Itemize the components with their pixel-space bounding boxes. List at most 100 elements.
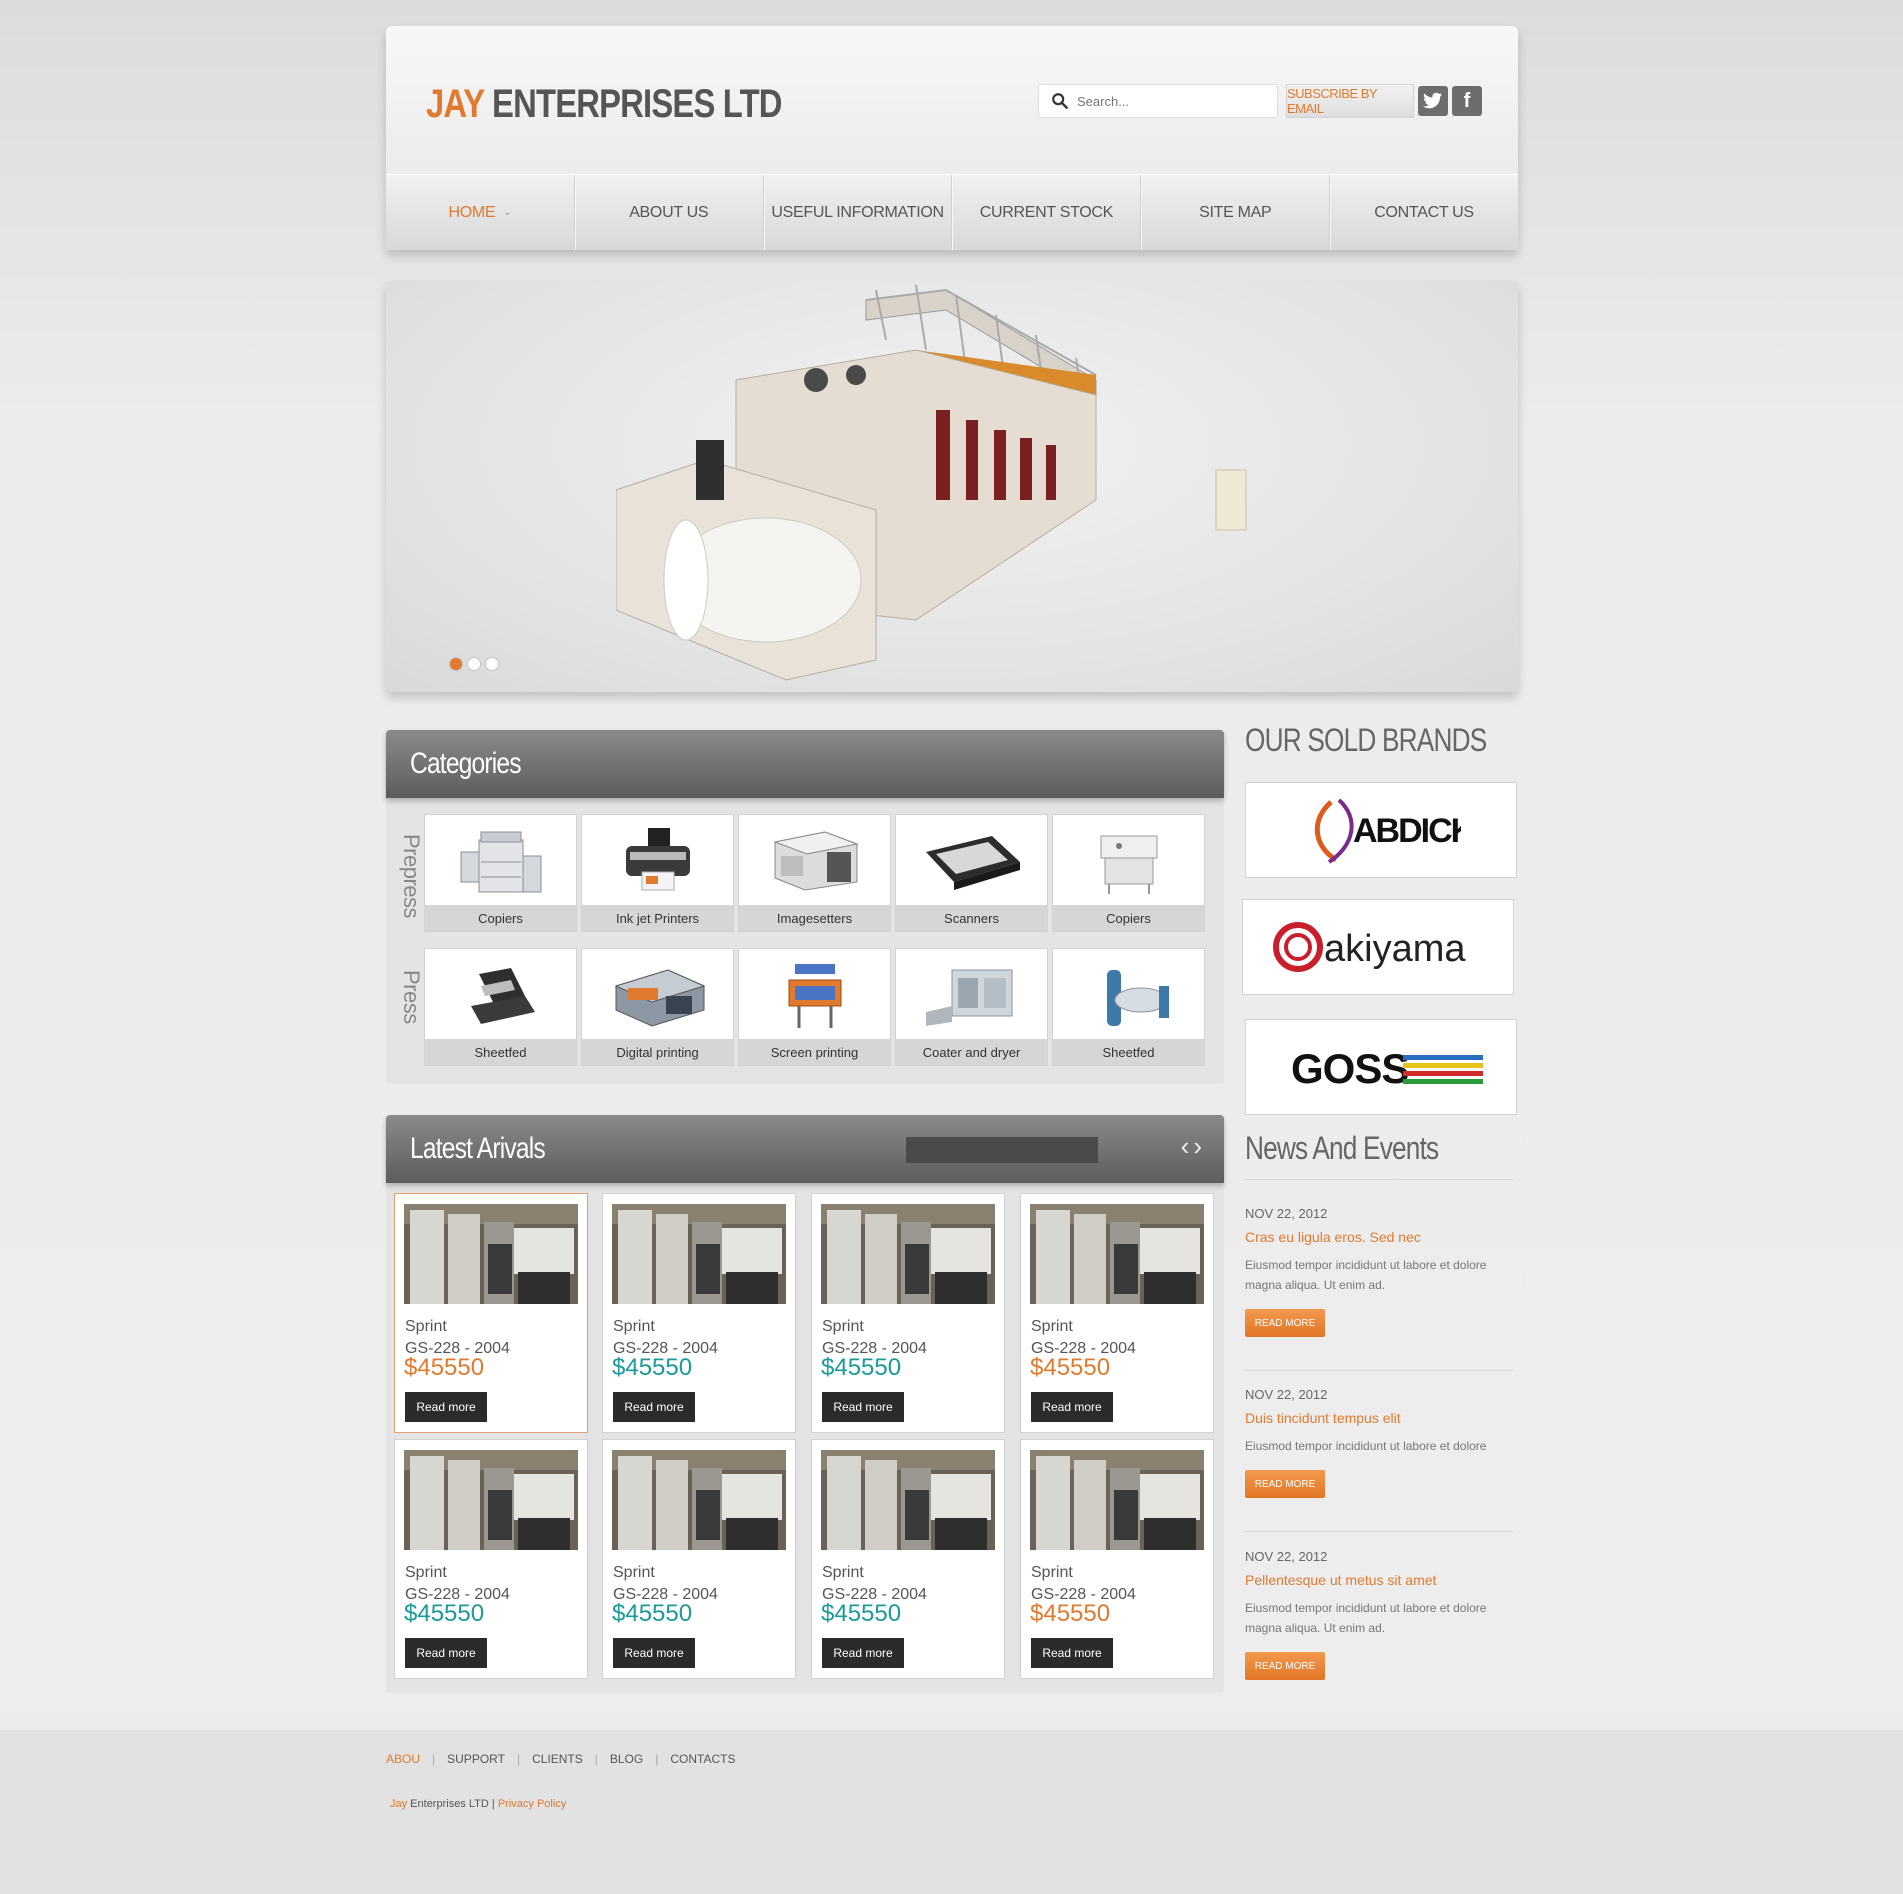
product-price: $45550 (1030, 1600, 1111, 1627)
arrow-right-icon[interactable]: › (1193, 1131, 1206, 1161)
news-item: NOV 22, 2012 Duis tincidunt tempus elit … (1245, 1387, 1517, 1498)
digital-printer-icon (582, 949, 733, 1039)
category-imagesetters[interactable]: Imagesetters (738, 814, 891, 932)
latest-arrivals-title: Latest Arivals (410, 1132, 546, 1165)
category-sheetfed[interactable]: Sheetfed (424, 948, 577, 1066)
separator: | (594, 1752, 598, 1766)
read-more-button[interactable]: READ MORE (1245, 1309, 1325, 1337)
news-date: NOV 22, 2012 (1245, 1206, 1328, 1221)
brand-goss[interactable]: GOSS (1245, 1019, 1517, 1115)
nav-about-us[interactable]: ABOUT US (575, 175, 764, 250)
read-more-button[interactable]: Read more (822, 1392, 904, 1422)
product-card[interactable]: Sprint GS-228 - 2004 $45550 Read more (1020, 1193, 1214, 1433)
category-copiers[interactable]: Copiers (424, 814, 577, 932)
nav-useful-information[interactable]: USEFUL INFORMATION (764, 175, 953, 250)
footer-link-support[interactable]: SUPPORT (447, 1752, 505, 1766)
product-title: Sprint (822, 1564, 864, 1581)
separator: | (432, 1752, 436, 1766)
facebook-glyph: f (1463, 89, 1471, 112)
product-image (1030, 1450, 1204, 1550)
site-logo[interactable]: JAY ENTERPRISES LTD (426, 82, 782, 127)
nav-current-stock[interactable]: CURRENT STOCK (952, 175, 1142, 250)
brand-akiyama[interactable]: akiyama (1242, 899, 1514, 995)
logo-part2: ENTERPRISES LTD (492, 82, 782, 126)
product-card[interactable]: Sprint GS-228 - 2004 $45550 Read more (602, 1193, 796, 1433)
footer-link-about[interactable]: ABOU (386, 1752, 420, 1766)
product-card[interactable]: Sprint GS-228 - 2004 $45550 Read more (394, 1193, 588, 1433)
copyright-jay: Jay (390, 1798, 408, 1810)
slider-dot-3[interactable] (486, 658, 498, 670)
category-copiers-2[interactable]: Copiers (1052, 814, 1205, 932)
category-screen-printing[interactable]: Screen printing (738, 948, 891, 1066)
arrow-left-icon[interactable]: ‹ (1181, 1131, 1194, 1161)
footer-link-contacts[interactable]: CONTACTS (670, 1752, 735, 1766)
product-title: Sprint (405, 1318, 447, 1335)
product-card[interactable]: Sprint GS-228 - 2004 $45550 Read more (811, 1439, 1005, 1679)
product-card[interactable]: Sprint GS-228 - 2004 $45550 Read more (394, 1439, 588, 1679)
prepress-row: Copiers Ink jet Printers Imagesetters Sc… (424, 814, 1205, 932)
read-more-button[interactable]: Read more (405, 1638, 487, 1668)
nav-contact-us[interactable]: CONTACT US (1330, 175, 1518, 250)
categories-header: Categories (386, 730, 1224, 798)
news-title-link[interactable]: Duis tincidunt tempus elit (1245, 1410, 1517, 1426)
category-coater-dryer[interactable]: Coater and dryer (895, 948, 1048, 1066)
imagesetter-icon (739, 815, 890, 905)
product-image (404, 1450, 578, 1550)
nav-useful-label: USEFUL INFORMATION (771, 203, 944, 221)
read-more-button[interactable]: Read more (613, 1392, 695, 1422)
category-scanners[interactable]: Scanners (895, 814, 1048, 932)
product-image (612, 1204, 786, 1304)
category-label: Imagesetters (739, 905, 890, 931)
read-more-button[interactable]: Read more (405, 1392, 487, 1422)
read-more-button[interactable]: Read more (1031, 1392, 1113, 1422)
copyright-company: Enterprises LTD (407, 1798, 489, 1810)
privacy-policy-link[interactable]: Privacy Policy (498, 1798, 566, 1810)
search-icon[interactable] (1051, 92, 1069, 110)
product-title: Sprint (1031, 1564, 1073, 1581)
site-header: JAY ENTERPRISES LTD SUBSCRIBE BY EMAIL f… (386, 26, 1518, 250)
product-card[interactable]: Sprint GS-228 - 2004 $45550 Read more (602, 1439, 796, 1679)
twitter-icon[interactable] (1418, 86, 1448, 116)
product-title: Sprint (405, 1564, 447, 1581)
category-label: Ink jet Printers (582, 905, 733, 931)
latest-arrivals-panel: Latest Arivals ‹› Sprint GS-228 - 2004 $45… (386, 1115, 1224, 1693)
prepress-label: Prepress (399, 834, 424, 919)
read-more-button[interactable]: Read more (822, 1638, 904, 1668)
printing-press-image (616, 284, 1247, 681)
nav-site-map[interactable]: SITE MAP (1141, 175, 1331, 250)
product-card[interactable]: Sprint GS-228 - 2004 $45550 Read more (811, 1193, 1005, 1433)
search-input[interactable] (1077, 93, 1267, 109)
category-label: Copiers (425, 905, 576, 931)
brand-abdick[interactable]: ABDICK (1245, 782, 1517, 878)
footer-link-clients[interactable]: CLIENTS (532, 1752, 583, 1766)
product-price: $45550 (821, 1600, 902, 1627)
hero-slider[interactable] (386, 280, 1518, 692)
read-more-button[interactable]: Read more (1031, 1638, 1113, 1668)
category-inkjet-printers[interactable]: Ink jet Printers (581, 814, 734, 932)
category-label: Coater and dryer (896, 1039, 1047, 1065)
category-digital-printing[interactable]: Digital printing (581, 948, 734, 1066)
slider-dot-1[interactable] (450, 658, 462, 670)
site-footer: ABOU | SUPPORT | CLIENTS | BLOG | CONTACTS J… (0, 1730, 1903, 1894)
category-sheetfed-2[interactable]: Sheetfed (1052, 948, 1205, 1066)
product-card[interactable]: Sprint GS-228 - 2004 $45550 Read more (1020, 1439, 1214, 1679)
news-title-link[interactable]: Cras eu ligula eros. Sed nec (1245, 1229, 1517, 1245)
coater-dryer-icon (896, 949, 1047, 1039)
read-more-button[interactable]: READ MORE (1245, 1470, 1325, 1498)
product-image (612, 1450, 786, 1550)
slider-dot-2[interactable] (468, 658, 480, 670)
divider (1245, 1531, 1513, 1532)
sheetfed-icon (1053, 949, 1204, 1039)
subscribe-button[interactable]: SUBSCRIBE BY EMAIL (1286, 84, 1414, 118)
news-title-text: News And Events (1245, 1130, 1439, 1166)
product-price: $45550 (1030, 1354, 1111, 1381)
copier-icon (425, 815, 576, 905)
read-more-button[interactable]: READ MORE (1245, 1652, 1325, 1680)
news-title-link[interactable]: Pellentesque ut metus sit amet (1245, 1572, 1517, 1588)
facebook-icon[interactable]: f (1452, 86, 1482, 116)
read-more-button[interactable]: Read more (613, 1638, 695, 1668)
brand-label: GOSS (1291, 1045, 1408, 1092)
footer-link-blog[interactable]: BLOG (610, 1752, 643, 1766)
nav-home[interactable]: HOME ⌄ (386, 175, 575, 250)
news-date: NOV 22, 2012 (1245, 1387, 1328, 1402)
